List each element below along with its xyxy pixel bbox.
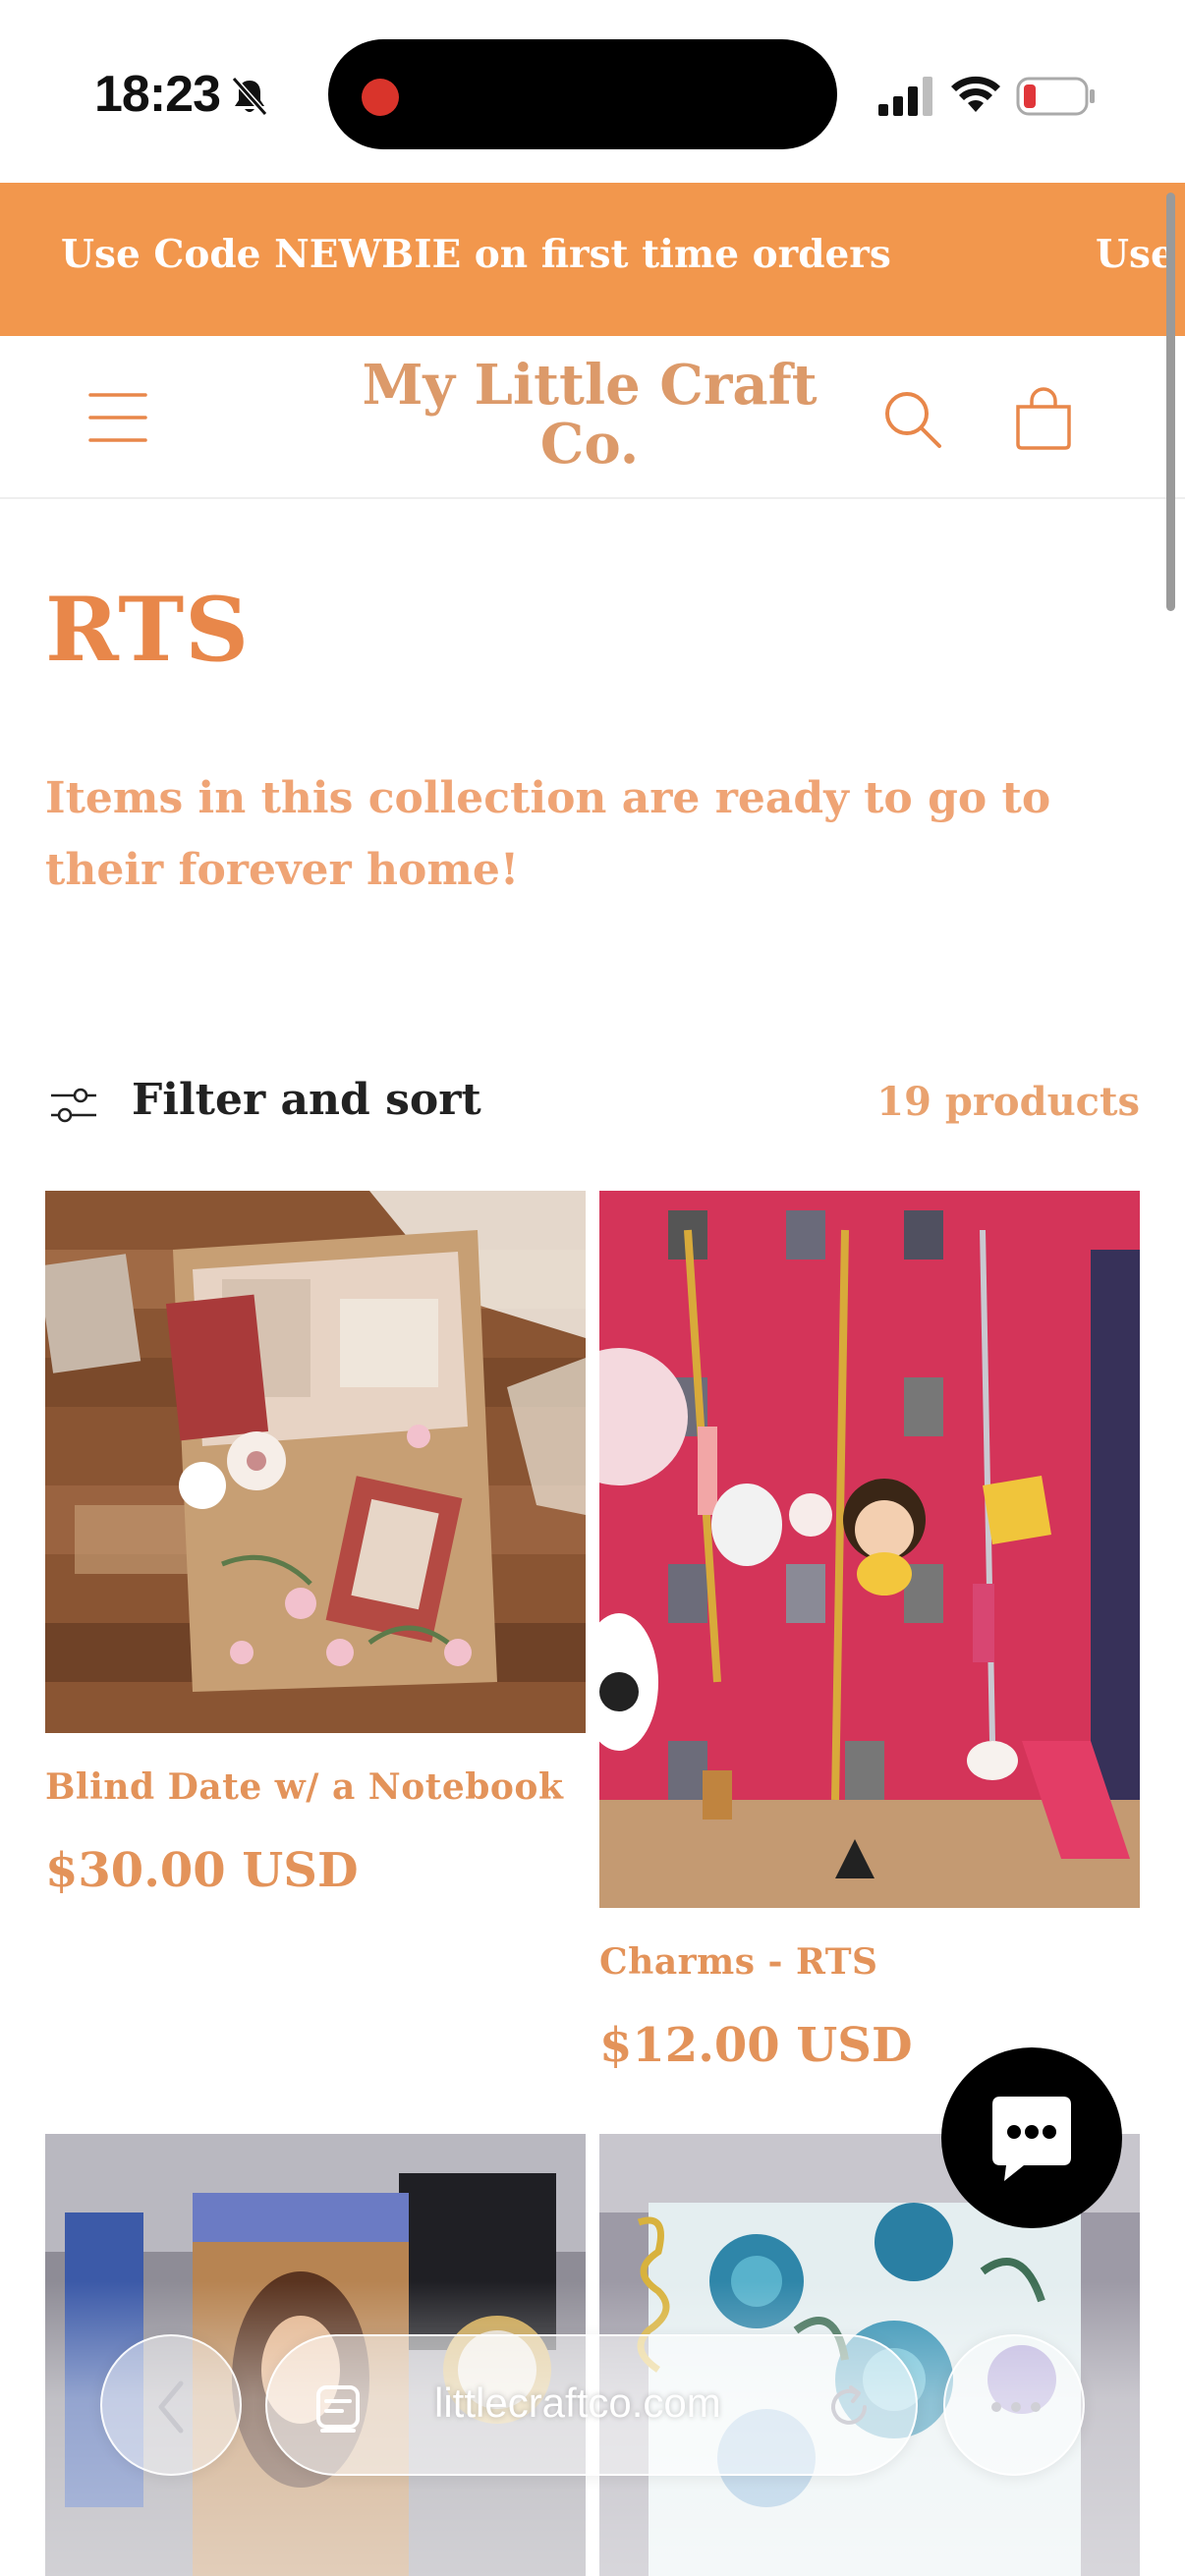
address-bar[interactable]: littlecraftco.com bbox=[265, 2334, 918, 2476]
filter-row: Filter and sort 19 products bbox=[45, 1063, 1140, 1142]
dynamic-island bbox=[328, 39, 837, 149]
url-text[interactable]: littlecraftco.com bbox=[434, 2380, 721, 2427]
announcement-bar[interactable]: Use Code NEWBIE on first time orders Use… bbox=[0, 183, 1185, 336]
product-title[interactable]: Blind Date w/ a Notebook bbox=[45, 1766, 563, 1808]
reload-icon[interactable] bbox=[823, 2381, 875, 2433]
scrollbar-thumb[interactable] bbox=[1166, 193, 1175, 611]
more-icon bbox=[991, 2402, 1041, 2412]
browser-toolbar: littlecraftco.com bbox=[0, 2281, 1185, 2576]
product-card[interactable]: Charms - RTS $12.00 USD bbox=[599, 1191, 1140, 2075]
search-icon[interactable] bbox=[882, 389, 943, 450]
collection-title: RTS bbox=[45, 578, 251, 682]
site-header: My Little Craft Co. bbox=[0, 336, 1185, 499]
recording-indicator bbox=[362, 79, 399, 116]
product-image-notebook[interactable] bbox=[45, 1191, 586, 1733]
status-time: 18:23 bbox=[94, 66, 221, 123]
tabs-icon[interactable] bbox=[312, 2380, 367, 2435]
menu-icon[interactable] bbox=[88, 391, 147, 444]
back-button[interactable] bbox=[100, 2334, 242, 2476]
announcement-text: Use Code NEWBIE on first time orders bbox=[61, 232, 891, 277]
signal-icon bbox=[878, 77, 932, 116]
bell-slash-icon bbox=[231, 77, 268, 116]
filter-sort-button[interactable]: Filter and sort bbox=[132, 1075, 481, 1125]
collection-description: Items in this collection are ready to go… bbox=[45, 773, 1051, 895]
wifi-icon bbox=[951, 76, 1000, 112]
product-count: 19 products bbox=[876, 1079, 1140, 1125]
product-title[interactable]: Charms - RTS bbox=[599, 1941, 878, 1983]
product-image-charms[interactable] bbox=[599, 1191, 1140, 1908]
chat-icon bbox=[992, 2097, 1071, 2181]
back-icon bbox=[158, 2380, 184, 2434]
cart-icon[interactable] bbox=[1012, 387, 1075, 450]
product-price: $30.00 USD bbox=[45, 1843, 359, 1898]
product-price: $12.00 USD bbox=[599, 2018, 913, 2073]
chat-button[interactable] bbox=[941, 2047, 1122, 2228]
more-button[interactable] bbox=[943, 2334, 1085, 2476]
battery-icon bbox=[1016, 77, 1095, 116]
filter-icon[interactable] bbox=[49, 1085, 98, 1126]
product-card[interactable]: Blind Date w/ a Notebook $30.00 USD bbox=[45, 1191, 586, 1928]
site-title[interactable]: My Little Craft Co. bbox=[344, 356, 835, 474]
status-bar: 18:23 bbox=[0, 0, 1185, 183]
